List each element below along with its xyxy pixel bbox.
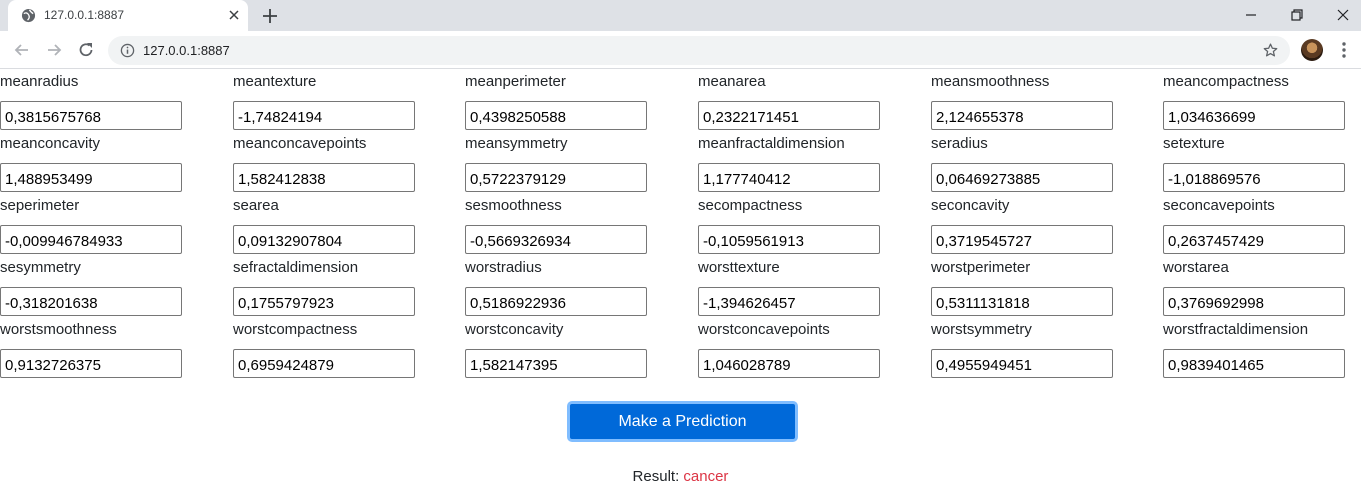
field-label-meanradius: meanradius: [0, 73, 79, 90]
field-input-searea[interactable]: [233, 225, 415, 254]
field-label-worsttexture: worsttexture: [698, 259, 780, 276]
field-input-meansymmetry[interactable]: [465, 163, 647, 192]
restore-icon[interactable]: [1286, 4, 1308, 26]
field-input-meancompactness[interactable]: [1163, 101, 1345, 130]
result-line: Result: cancer: [0, 468, 1361, 485]
field-input-sefractaldimension[interactable]: [233, 287, 415, 316]
field-label-seconcavity: seconcavity: [931, 197, 1010, 214]
url-text[interactable]: 127.0.0.1:8887: [143, 43, 230, 58]
field-input-meansmoothness[interactable]: [931, 101, 1113, 130]
result-value: cancer: [683, 468, 729, 485]
field-label-meancompactness: meancompactness: [1163, 73, 1289, 90]
field-label-worstsymmetry: worstsymmetry: [931, 321, 1032, 338]
prediction-form: meanradius meantexture meanperimeter meanar…: [0, 70, 1361, 502]
field-input-meanarea[interactable]: [698, 101, 880, 130]
field-input-worstcompactness[interactable]: [233, 349, 415, 378]
field-label-secompactness: secompactness: [698, 197, 803, 214]
bookmark-star-icon[interactable]: [1262, 42, 1279, 59]
field-label-seperimeter: seperimeter: [0, 197, 80, 214]
field-input-meanfractaldimension[interactable]: [698, 163, 880, 192]
field-label-meanconcavepoints: meanconcavepoints: [233, 135, 367, 152]
field-input-setexture[interactable]: [1163, 163, 1345, 192]
tab-title: 127.0.0.1:8887: [44, 8, 125, 22]
reload-icon[interactable]: [76, 40, 96, 60]
field-label-sesmoothness: sesmoothness: [465, 197, 562, 214]
field-input-sesymmetry[interactable]: [0, 287, 182, 316]
field-label-worstperimeter: worstperimeter: [931, 259, 1031, 276]
browser-toolbar: 127.0.0.1:8887: [0, 31, 1361, 69]
field-label-meanfractaldimension: meanfractaldimension: [698, 135, 845, 152]
field-label-seconcavepoints: seconcavepoints: [1163, 197, 1275, 214]
field-input-worstsymmetry[interactable]: [931, 349, 1113, 378]
tab-strip: 127.0.0.1:8887: [0, 0, 1361, 31]
field-label-worstradius: worstradius: [465, 259, 542, 276]
field-input-seconcavepoints[interactable]: [1163, 225, 1345, 254]
field-label-setexture: setexture: [1163, 135, 1225, 152]
field-input-meanradius[interactable]: [0, 101, 182, 130]
new-tab-icon[interactable]: [260, 6, 280, 26]
field-input-sesmoothness[interactable]: [465, 225, 647, 254]
field-input-seperimeter[interactable]: [0, 225, 182, 254]
field-input-worsttexture[interactable]: [698, 287, 880, 316]
make-prediction-button[interactable]: Make a Prediction: [567, 401, 798, 442]
field-label-seradius: seradius: [931, 135, 988, 152]
field-label-meanarea: meanarea: [698, 73, 766, 90]
address-bar[interactable]: 127.0.0.1:8887: [108, 36, 1290, 65]
field-label-worstconcavity: worstconcavity: [465, 321, 564, 338]
field-label-meanconcavity: meanconcavity: [0, 135, 101, 152]
field-label-sesymmetry: sesymmetry: [0, 259, 81, 276]
field-input-seconcavity[interactable]: [931, 225, 1113, 254]
field-label-worstfractaldimension: worstfractaldimension: [1163, 321, 1309, 338]
close-window-icon[interactable]: [1332, 4, 1354, 26]
field-input-secompactness[interactable]: [698, 225, 880, 254]
field-input-worstconcavepoints[interactable]: [698, 349, 880, 378]
field-input-worstradius[interactable]: [465, 287, 647, 316]
field-input-worstfractaldimension[interactable]: [1163, 349, 1345, 378]
info-icon[interactable]: [120, 43, 135, 58]
field-input-meanconcavity[interactable]: [0, 163, 182, 192]
forward-arrow-icon[interactable]: [44, 40, 64, 60]
field-input-worstconcavity[interactable]: [465, 349, 647, 378]
globe-icon: [21, 8, 36, 23]
close-tab-icon[interactable]: [226, 7, 242, 23]
field-input-seradius[interactable]: [931, 163, 1113, 192]
field-input-meantexture[interactable]: [233, 101, 415, 130]
field-input-worstsmoothness[interactable]: [0, 349, 182, 378]
more-options-icon[interactable]: [1336, 40, 1352, 60]
field-label-worstarea: worstarea: [1163, 259, 1229, 276]
field-input-meanconcavepoints[interactable]: [233, 163, 415, 192]
field-label-meansmoothness: meansmoothness: [931, 73, 1050, 90]
field-label-worstcompactness: worstcompactness: [233, 321, 358, 338]
field-label-worstconcavepoints: worstconcavepoints: [698, 321, 830, 338]
field-label-searea: searea: [233, 197, 279, 214]
field-label-meantexture: meantexture: [233, 73, 317, 90]
field-input-meanperimeter[interactable]: [465, 101, 647, 130]
field-label-meansymmetry: meansymmetry: [465, 135, 568, 152]
browser-tab[interactable]: 127.0.0.1:8887: [8, 0, 248, 31]
field-label-meanperimeter: meanperimeter: [465, 73, 566, 90]
result-label: Result:: [632, 468, 680, 485]
field-label-sefractaldimension: sefractaldimension: [233, 259, 359, 276]
field-label-worstsmoothness: worstsmoothness: [0, 321, 117, 338]
minimize-icon[interactable]: [1240, 4, 1262, 26]
back-arrow-icon[interactable]: [12, 40, 32, 60]
field-input-worstarea[interactable]: [1163, 287, 1345, 316]
field-input-worstperimeter[interactable]: [931, 287, 1113, 316]
avatar[interactable]: [1301, 39, 1323, 61]
